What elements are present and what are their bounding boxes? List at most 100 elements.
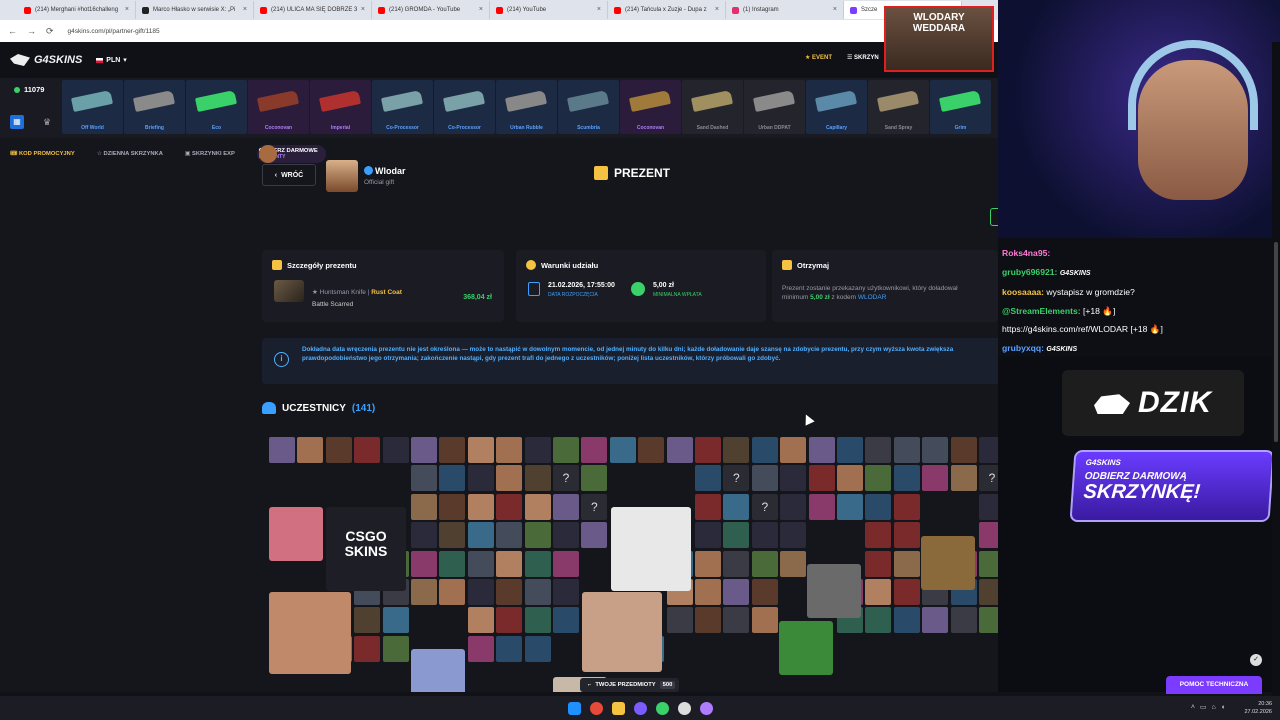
participant-avatar[interactable] [950, 465, 977, 492]
browser-tab[interactable]: (1) Instagram × [726, 1, 844, 19]
participant-avatar[interactable] [467, 607, 494, 634]
participant-avatar[interactable] [922, 607, 949, 634]
exp-cases-link[interactable]: ▣ SKRZYNKI EXP [185, 151, 235, 157]
participant-avatar[interactable] [581, 522, 608, 549]
participant-avatar[interactable] [893, 465, 920, 492]
participant-avatar-large[interactable] [921, 536, 975, 590]
participant-avatar[interactable] [524, 635, 551, 662]
participant-avatar[interactable] [893, 607, 920, 634]
browser-tab[interactable]: (214) GROMDA - YouTube × [372, 1, 490, 19]
participant-avatar-large[interactable] [807, 564, 861, 618]
participant-avatar[interactable] [979, 579, 998, 605]
grid-icon[interactable]: ▦ [10, 115, 24, 129]
participant-avatar-large[interactable] [611, 507, 691, 591]
participant-avatar[interactable] [609, 437, 636, 463]
drop-item[interactable]: Urban DDPAT [744, 80, 805, 134]
participant-avatar[interactable] [524, 465, 551, 492]
windows-start-icon[interactable] [567, 701, 581, 715]
participant-avatar[interactable] [893, 550, 920, 577]
participant-avatar[interactable] [695, 465, 721, 492]
participant-avatar[interactable] [496, 635, 523, 662]
system-tray-icons[interactable]: ˄▭⌂◖ [1191, 703, 1230, 711]
participant-avatar[interactable] [780, 493, 807, 520]
participant-avatar[interactable] [808, 437, 835, 463]
scrollbar-thumb[interactable] [1274, 242, 1278, 442]
participant-avatar[interactable] [496, 550, 523, 577]
tech-support-button[interactable]: POMOC TECHNICZNA [1166, 676, 1262, 694]
participant-avatar[interactable] [439, 465, 466, 492]
participant-avatar[interactable] [695, 579, 721, 605]
participant-avatar[interactable] [751, 550, 778, 577]
participant-avatar[interactable] [496, 465, 523, 492]
participant-avatar[interactable] [467, 493, 494, 520]
participant-avatar[interactable] [865, 607, 892, 634]
participant-avatar[interactable] [666, 607, 693, 634]
participant-avatar[interactable] [439, 493, 466, 520]
close-icon[interactable]: × [125, 6, 129, 13]
participant-avatar[interactable] [865, 465, 892, 492]
participant-avatar[interactable] [695, 493, 721, 520]
participant-avatar[interactable] [524, 493, 551, 520]
participant-avatar[interactable] [382, 635, 409, 662]
participant-avatar[interactable] [837, 465, 863, 492]
participant-avatar[interactable] [553, 437, 579, 463]
promo-code-link[interactable]: 🎟 KOD PROMOCYJNY [10, 151, 75, 157]
participant-avatar[interactable] [865, 437, 892, 463]
participant-avatar[interactable] [467, 465, 494, 492]
participant-avatar[interactable] [382, 437, 409, 463]
participant-avatar[interactable] [780, 465, 807, 492]
forward-arrow-icon[interactable]: → [27, 26, 36, 36]
participant-avatar[interactable] [467, 437, 494, 463]
participant-avatar[interactable] [325, 437, 352, 463]
browser-tab[interactable]: (214) Tańcula x Zuzje - Dupa z × [608, 1, 726, 19]
drop-item[interactable]: Sand Spray [868, 80, 929, 134]
participant-avatar[interactable] [723, 550, 750, 577]
drop-item[interactable]: Off World [62, 80, 123, 134]
spotify-icon[interactable] [655, 701, 669, 715]
browser-tab[interactable]: Marco Hłasko w serwisie X: „Pi × [136, 1, 254, 19]
site-logo[interactable]: G4SKINS [10, 54, 82, 66]
participant-avatar[interactable] [553, 550, 579, 577]
browser-tab[interactable]: (214) Merghani #hot16challeng × [18, 1, 136, 19]
participant-avatar[interactable] [496, 522, 523, 549]
event-link[interactable]: ★ EVENT [805, 54, 832, 61]
participant-avatar[interactable] [865, 522, 892, 549]
drop-item[interactable]: Eco [186, 80, 247, 134]
participant-avatar[interactable] [865, 493, 892, 520]
participant-avatar[interactable] [496, 579, 523, 605]
participant-avatar[interactable] [553, 579, 579, 605]
close-icon[interactable]: × [597, 6, 601, 13]
free-case-banner[interactable]: G4SKINS ODBIERZ DARMOWĄ SKRZYNKĘ! [1069, 450, 1275, 522]
close-icon[interactable]: × [715, 6, 719, 13]
participant-avatar[interactable] [524, 607, 551, 634]
participant-avatar[interactable] [979, 607, 998, 634]
participant-avatar[interactable] [553, 493, 579, 520]
drop-item[interactable]: Urban Rubble [496, 80, 557, 134]
participant-avatar[interactable] [979, 437, 998, 463]
participant-avatar[interactable] [751, 607, 778, 634]
participant-avatar[interactable] [524, 579, 551, 605]
participant-avatar[interactable] [524, 550, 551, 577]
folder-icon[interactable] [611, 701, 625, 715]
participant-avatar[interactable]: ? [723, 465, 750, 492]
participant-avatar[interactable] [354, 607, 381, 634]
drop-item[interactable]: Co-Processor [372, 80, 433, 134]
participant-avatar[interactable] [581, 437, 608, 463]
participant-avatar[interactable] [893, 493, 920, 520]
participant-avatar[interactable] [411, 465, 437, 492]
drop-item[interactable]: Coconovan [248, 80, 309, 134]
url-text[interactable]: g4skins.com/pl/partner-gift/1185 [68, 28, 160, 35]
participant-avatar[interactable] [723, 522, 750, 549]
obs-icon[interactable] [677, 701, 691, 715]
participant-avatar[interactable] [979, 493, 998, 520]
participant-avatar[interactable] [865, 579, 892, 605]
participant-avatar[interactable] [893, 579, 920, 605]
crown-icon[interactable]: ♛ [40, 115, 54, 129]
chat-widget-icon[interactable]: ✓ [1250, 654, 1262, 666]
participant-avatar[interactable]: ? [581, 493, 608, 520]
drop-item[interactable]: Sand Dashed [682, 80, 743, 134]
participant-avatar[interactable] [922, 437, 949, 463]
daily-case-link[interactable]: ☆ DZIENNA SKRZYNKA [97, 151, 163, 157]
participant-avatar[interactable] [893, 437, 920, 463]
participant-avatar[interactable] [467, 550, 494, 577]
